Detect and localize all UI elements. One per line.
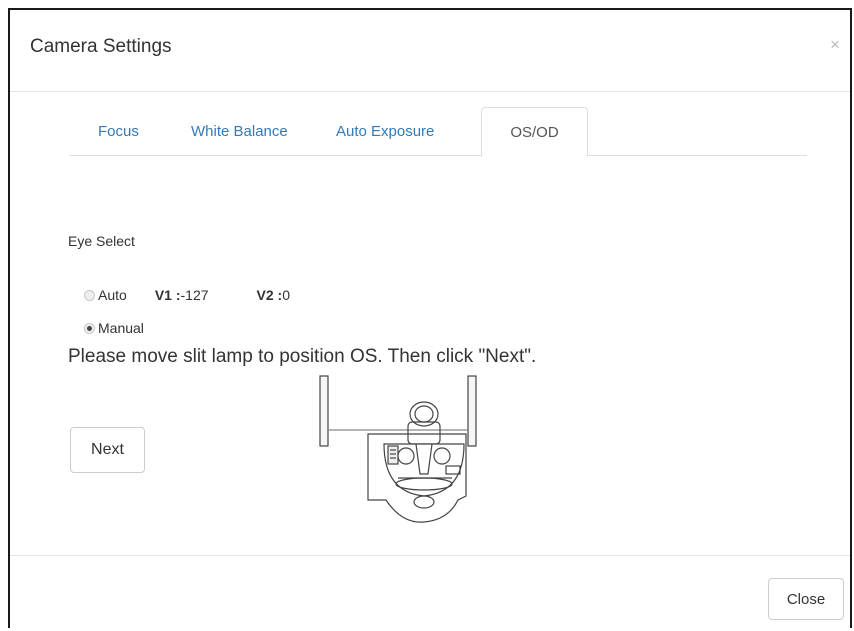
camera-settings-modal: Camera Settings × Focus White Balance Au… [8, 8, 852, 628]
manual-radio[interactable] [84, 322, 95, 334]
auto-option-row: Auto V1 : -127 V2 : 0 [84, 287, 290, 303]
v1-value: -127 [180, 287, 209, 303]
auto-radio[interactable] [84, 289, 95, 301]
auto-radio-label[interactable]: Auto [98, 287, 127, 303]
tab-auto-exposure[interactable]: Auto Exposure [322, 107, 448, 156]
tab-white-balance[interactable]: White Balance [177, 107, 302, 156]
instruction-text: Please move slit lamp to position OS. Th… [68, 346, 537, 367]
v2-value: 0 [282, 287, 291, 303]
tab-os-od[interactable]: OS/OD [481, 107, 588, 157]
modal-footer: Close [10, 555, 850, 631]
eye-select-label: Eye Select [68, 233, 135, 249]
manual-radio-label[interactable]: Manual [98, 320, 144, 336]
close-button[interactable]: Close [768, 578, 844, 620]
close-icon[interactable]: × [830, 36, 840, 53]
manual-option-row: Manual [84, 320, 144, 336]
v1-label: V1 : [154, 287, 181, 303]
modal-header: Camera Settings × [10, 10, 850, 92]
tab-focus[interactable]: Focus [84, 107, 153, 156]
next-button[interactable]: Next [70, 427, 145, 473]
slit-lamp-illustration-icon [319, 375, 477, 523]
modal-title: Camera Settings [30, 36, 172, 57]
settings-tabs: Focus White Balance Auto Exposure OS/OD [70, 107, 807, 157]
v2-label: V2 : [256, 287, 283, 303]
